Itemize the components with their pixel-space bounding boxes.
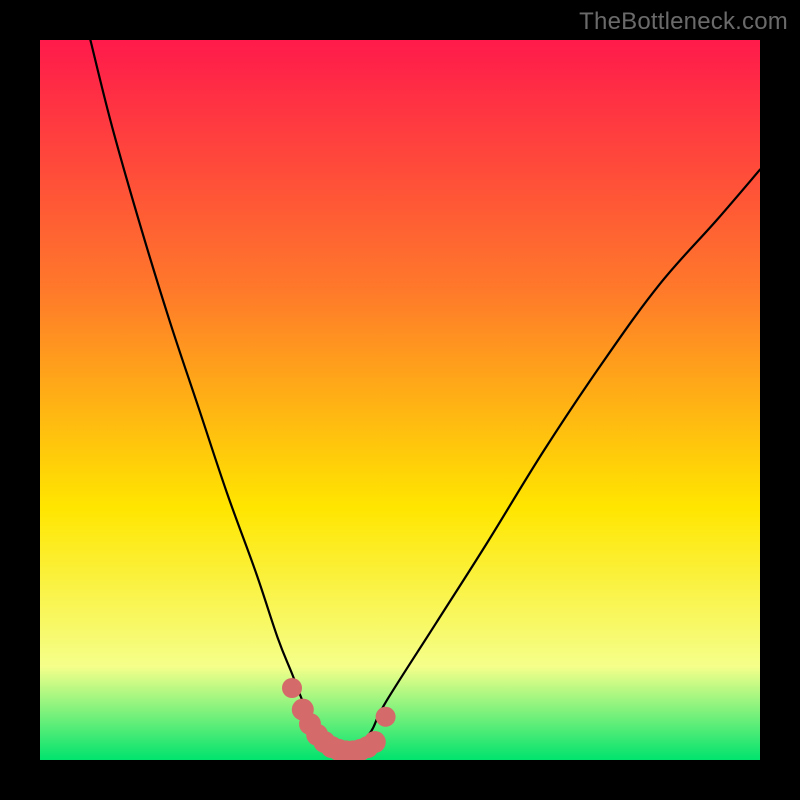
chart-svg — [40, 40, 760, 760]
chart-background — [40, 40, 760, 760]
curve-marker — [376, 707, 396, 727]
plot-area — [40, 40, 760, 760]
chart-frame: TheBottleneck.com — [0, 0, 800, 800]
curve-marker — [282, 678, 302, 698]
watermark-text: TheBottleneck.com — [579, 8, 788, 36]
curve-marker — [364, 731, 386, 753]
